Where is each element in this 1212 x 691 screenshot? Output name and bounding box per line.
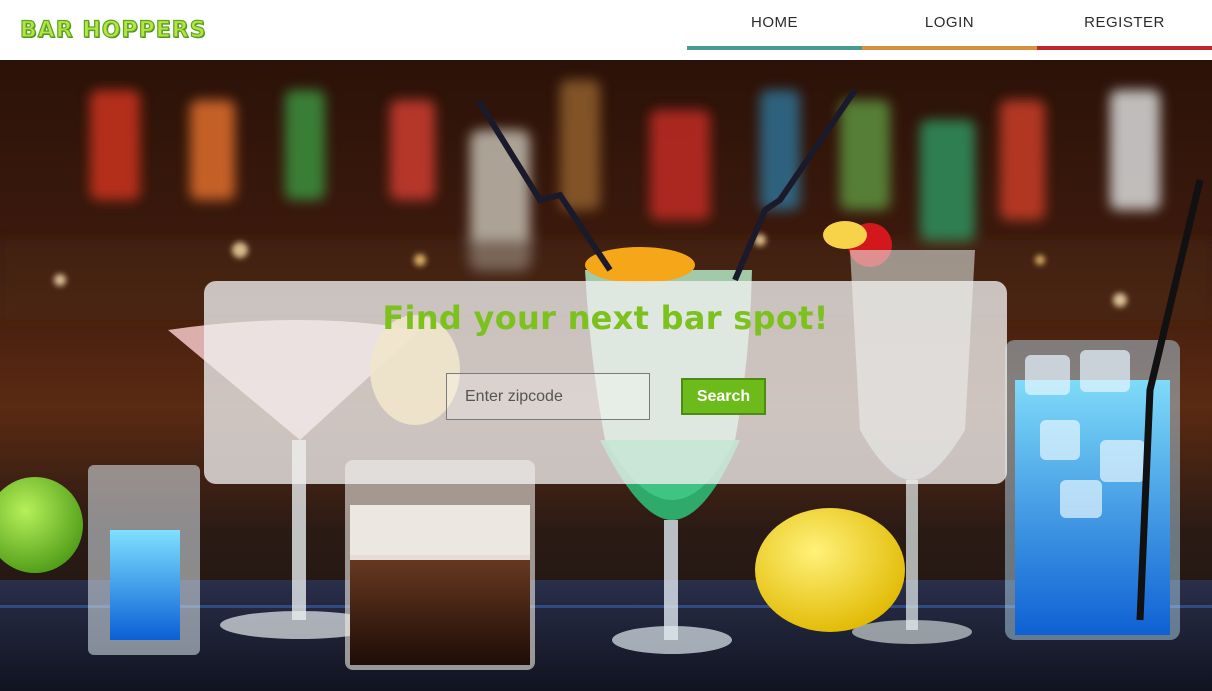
- nav-home-link[interactable]: HOME: [687, 0, 862, 50]
- search-panel: Find your next bar spot! Search: [204, 281, 1007, 484]
- site-logo[interactable]: BAR HOPPERS: [19, 19, 207, 42]
- site-header: BAR HOPPERS HOME LOGIN REGISTER: [0, 0, 1212, 60]
- zipcode-input[interactable]: [446, 373, 650, 420]
- nav-login-link[interactable]: LOGIN: [862, 0, 1037, 50]
- page: BAR HOPPERS HOME LOGIN REGISTER Find you…: [0, 0, 1212, 691]
- hero-title: Find your next bar spot!: [382, 299, 829, 337]
- main-nav: HOME LOGIN REGISTER: [687, 0, 1212, 54]
- nav-register-link[interactable]: REGISTER: [1037, 0, 1212, 50]
- search-button[interactable]: Search: [681, 378, 766, 415]
